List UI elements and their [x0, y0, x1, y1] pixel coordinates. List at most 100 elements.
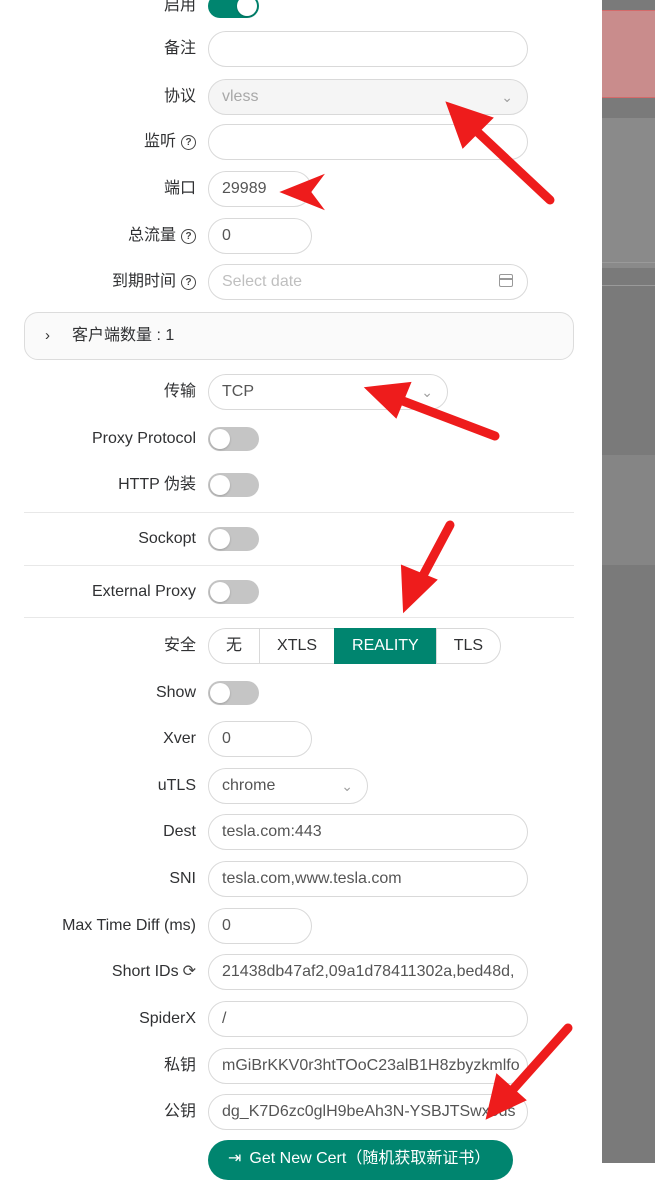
expiry-row: 到期时间? Select date — [0, 262, 602, 302]
backdrop-highlight-row — [602, 10, 655, 98]
security-label: 安全 — [163, 637, 196, 654]
modal-backdrop[interactable] — [602, 0, 655, 1163]
security-option-xtls[interactable]: XTLS — [259, 628, 336, 664]
total-traffic-input[interactable]: 0 — [208, 218, 312, 254]
utls-label: uTLS — [157, 777, 196, 794]
private-key-label: 私钥 — [163, 1057, 196, 1074]
utls-value: chrome — [222, 777, 276, 794]
listen-input[interactable] — [208, 124, 528, 160]
enable-switch[interactable] — [208, 0, 259, 18]
short-ids-label: Short IDs — [111, 963, 179, 980]
total-traffic-label: 总流量 — [127, 227, 176, 244]
get-new-cert-label: Get New Cert（随机获取新证书） — [249, 1150, 491, 1167]
dest-input[interactable]: tesla.com:443 — [208, 814, 528, 850]
max-time-diff-input[interactable]: 0 — [208, 908, 312, 944]
sni-row: SNI tesla.com,www.tesla.com — [0, 859, 602, 899]
show-row: Show — [0, 673, 602, 713]
remark-label: 备注 — [163, 40, 196, 57]
xver-input[interactable]: 0 — [208, 721, 312, 757]
security-option-none[interactable]: 无 — [208, 628, 261, 664]
section-divider — [24, 617, 574, 618]
spiderx-input[interactable]: / — [208, 1001, 528, 1037]
protocol-select[interactable]: vless ⌄ — [208, 79, 528, 115]
calendar-icon — [499, 274, 513, 287]
get-new-cert-button[interactable]: ⇥ Get New Cert（随机获取新证书） — [208, 1140, 513, 1180]
sockopt-row: Sockopt — [0, 519, 602, 559]
show-label: Show — [155, 684, 196, 701]
help-icon[interactable]: ? — [181, 135, 196, 150]
security-option-tls[interactable]: TLS — [435, 628, 502, 664]
remark-input[interactable] — [208, 31, 528, 67]
switch-knob — [210, 475, 230, 495]
sni-input[interactable]: tesla.com,www.tesla.com — [208, 861, 528, 897]
switch-knob — [210, 683, 230, 703]
section-divider — [24, 565, 574, 566]
spiderx-row: SpiderX / — [0, 999, 602, 1039]
port-row: 端口 29989 — [0, 169, 602, 209]
expiry-placeholder: Select date — [222, 273, 303, 290]
inbound-form-panel: 启用 备注 协议 vless ⌄ 监听? 端口 29989 总流量? 0 到期时… — [0, 0, 602, 1180]
help-icon[interactable]: ? — [181, 229, 196, 244]
expiry-label-wrap: 到期时间? — [112, 262, 196, 302]
backdrop-divider — [602, 262, 655, 263]
public-key-label: 公钥 — [163, 1103, 196, 1120]
transport-select[interactable]: TCP ⌄ — [208, 374, 448, 410]
chevron-down-icon: ⌄ — [501, 89, 513, 105]
port-input[interactable]: 29989 — [208, 171, 312, 207]
expiry-label: 到期时间 — [111, 273, 176, 290]
max-time-diff-label: Max Time Diff (ms) — [62, 917, 196, 934]
remark-row: 备注 — [0, 29, 602, 69]
enable-row: 启用 — [0, 0, 602, 26]
switch-knob — [237, 0, 257, 16]
private-key-row: 私钥 mGiBrKKV0r3htTOoC23alB1H8zbyzkmlfo — [0, 1046, 602, 1086]
transport-label: 传输 — [163, 383, 196, 400]
backdrop-block — [602, 118, 655, 268]
dest-row: Dest tesla.com:443 — [0, 812, 602, 852]
listen-row: 监听? — [0, 122, 602, 162]
http-disguise-switch[interactable] — [208, 473, 259, 497]
protocol-value: vless — [222, 88, 259, 105]
max-time-diff-row: Max Time Diff (ms) 0 — [0, 906, 602, 946]
http-disguise-label: HTTP 伪装 — [118, 476, 196, 493]
chevron-right-icon: › — [45, 327, 50, 344]
sni-label: SNI — [169, 870, 196, 887]
chevron-down-icon: ⌄ — [421, 384, 433, 400]
short-ids-label-wrap: Short IDs ⟳ — [112, 952, 196, 992]
security-option-reality[interactable]: REALITY — [334, 628, 437, 664]
port-label: 端口 — [163, 180, 196, 197]
private-key-input[interactable]: mGiBrKKV0r3htTOoC23alB1H8zbyzkmlfo — [208, 1048, 528, 1084]
section-divider — [24, 512, 574, 513]
refresh-icon[interactable]: ⟳ — [183, 952, 196, 992]
transport-row: 传输 TCP ⌄ — [0, 372, 602, 412]
total-traffic-row: 总流量? 0 — [0, 216, 602, 256]
listen-label: 监听 — [143, 133, 176, 150]
import-icon: ⇥ — [228, 1150, 242, 1167]
help-icon[interactable]: ? — [181, 275, 196, 290]
show-switch[interactable] — [208, 681, 259, 705]
public-key-input[interactable]: dg_K7D6zc0glH9beAh3N-YSBJTSwx5ds — [208, 1094, 528, 1130]
utls-row: uTLS chrome ⌄ — [0, 766, 602, 806]
switch-knob — [210, 529, 230, 549]
http-disguise-row: HTTP 伪装 — [0, 465, 602, 505]
clients-collapse[interactable]: › 客户端数量 : 1 — [24, 312, 574, 360]
sockopt-label: Sockopt — [138, 530, 196, 547]
spiderx-label: SpiderX — [139, 1010, 196, 1027]
chevron-down-icon: ⌄ — [341, 778, 353, 794]
utls-select[interactable]: chrome ⌄ — [208, 768, 368, 804]
short-ids-input[interactable]: 21438db47af2,09a1d78411302a,bed48d, — [208, 954, 528, 990]
sockopt-switch[interactable] — [208, 527, 259, 551]
listen-label-wrap: 监听? — [144, 122, 196, 162]
protocol-label: 协议 — [163, 88, 196, 105]
external-proxy-switch[interactable] — [208, 580, 259, 604]
proxy-protocol-switch[interactable] — [208, 427, 259, 451]
proxy-protocol-row: Proxy Protocol — [0, 419, 602, 459]
switch-knob — [210, 582, 230, 602]
short-ids-row: Short IDs ⟳ 21438db47af2,09a1d78411302a,b… — [0, 952, 602, 992]
security-radio-group: 无 XTLS REALITY TLS — [208, 628, 502, 664]
external-proxy-row: External Proxy — [0, 572, 602, 612]
switch-knob — [210, 429, 230, 449]
clients-title: 客户端数量 : 1 — [72, 327, 175, 344]
expiry-date-picker[interactable]: Select date — [208, 264, 528, 300]
backdrop-divider — [602, 285, 655, 286]
public-key-row: 公钥 dg_K7D6zc0glH9beAh3N-YSBJTSwx5ds — [0, 1092, 602, 1132]
